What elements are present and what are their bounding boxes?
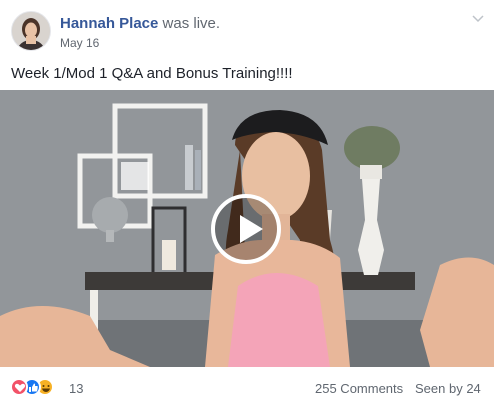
author-avatar[interactable] bbox=[11, 11, 51, 51]
post-footer: 13 255 Comments Seen by 24 bbox=[0, 367, 494, 407]
author-action-text: was live. bbox=[162, 15, 221, 32]
live-video-post: Hannah Place was live. May 16 Week 1/Mod… bbox=[0, 0, 494, 407]
chevron-down-icon[interactable] bbox=[470, 13, 486, 25]
post-message: Week 1/Mod 1 Q&A and Bonus Training!!!! bbox=[11, 65, 293, 82]
avatar-photo-icon bbox=[12, 12, 50, 50]
post-timestamp[interactable]: May 16 bbox=[60, 36, 99, 50]
author-line: Hannah Place was live. bbox=[60, 15, 220, 32]
seen-by-link[interactable]: Seen by 24 bbox=[415, 381, 481, 396]
video-player[interactable] bbox=[0, 90, 494, 367]
post-header: Hannah Place was live. May 16 bbox=[0, 0, 494, 58]
play-button[interactable] bbox=[211, 194, 281, 264]
love-icon bbox=[10, 378, 28, 396]
play-icon bbox=[240, 215, 263, 243]
author-name-link[interactable]: Hannah Place bbox=[60, 15, 158, 32]
comments-link[interactable]: 255 Comments bbox=[315, 381, 403, 396]
reaction-count[interactable]: 13 bbox=[69, 381, 83, 396]
